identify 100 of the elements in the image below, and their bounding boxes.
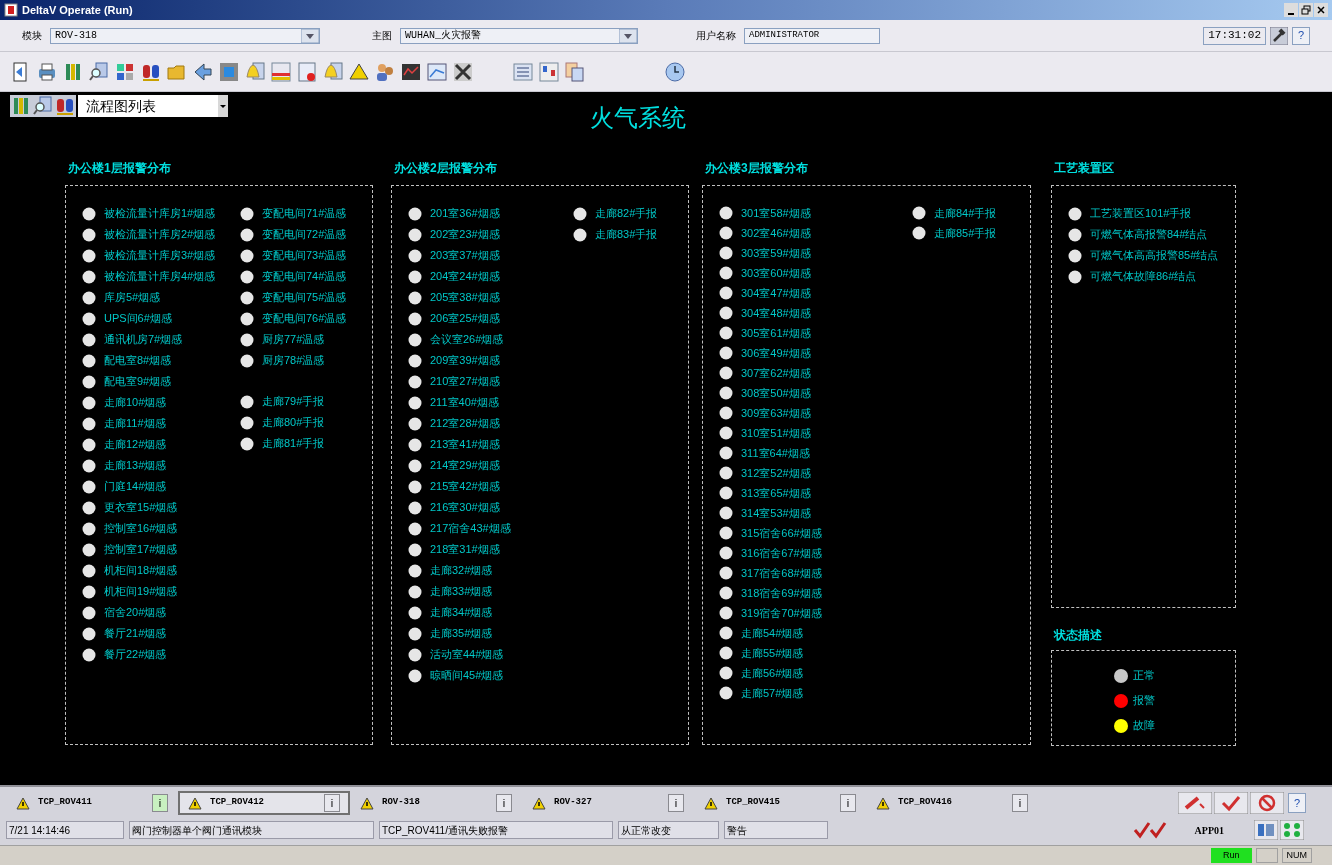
magnifier-icon[interactable] [88,60,110,83]
window-icon[interactable] [1254,820,1278,840]
prohibition-icon[interactable] [1250,792,1284,814]
checkmark-icon[interactable] [1214,792,1248,814]
list-icon[interactable] [512,60,534,83]
point-label: 202室23#烟感 [430,227,500,243]
diagram-icon[interactable] [538,60,560,83]
alarm-label: ROV-318 [382,796,420,810]
bars-icon[interactable] [10,95,32,117]
info-button[interactable]: i [668,794,684,812]
point-label: 318宿舍69#烟感 [741,585,822,601]
info-button[interactable]: i [496,794,512,812]
point-label: 走廊32#烟感 [430,563,493,579]
point-label: 312室52#烟感 [741,465,811,481]
point-label: 会议室26#烟感 [430,332,504,348]
clock-icon[interactable] [664,60,686,83]
point-label: 305室61#烟感 [741,325,811,341]
point-label: 313室65#烟感 [741,485,811,501]
point-label: 走廊56#烟感 [741,665,804,681]
point-label: 配电室8#烟感 [104,353,172,369]
point-label: 被检流量计库房3#烟感 [104,248,216,264]
bell-icon[interactable] [244,60,266,83]
point-label: 217宿舍43#烟感 [430,521,511,537]
restore-icon[interactable] [1299,3,1313,17]
point-label: 控制室16#烟感 [104,521,178,537]
point-label: 210室27#烟感 [430,374,500,390]
point-label: 门庭14#烟感 [104,479,167,495]
point-label: 被检流量计库房4#烟感 [104,269,216,285]
message-field: 阀门控制器单个阀门通讯模块 [129,821,374,839]
point-label: 走廊83#手报 [595,227,658,243]
point-label: 209室39#烟感 [430,353,500,369]
panel-title: 办公楼1层报警分布 [67,160,172,177]
point-label: 303室59#烟感 [741,245,811,261]
point-label: 206室25#烟感 [430,311,500,327]
alarm-entry[interactable]: TCP_ROV415 i [694,791,866,815]
user-field: ADMINISTRATOR [744,27,880,44]
point-label: 213室41#烟感 [430,437,500,453]
window-icon[interactable] [426,60,448,83]
point-label: 厨房77#温感 [262,332,325,348]
point-label: 走廊13#烟感 [104,458,167,474]
point-label: 212室28#烟感 [430,416,500,432]
pages-icon[interactable] [564,60,586,83]
info-button[interactable]: i [324,794,340,812]
warning-icon [360,796,374,810]
point-label: 315宿舍66#烟感 [741,525,822,541]
info-button[interactable]: i [1012,794,1028,812]
grid-icon[interactable] [1280,820,1304,840]
warning-icon [188,796,202,810]
point-label: 通讯机房7#烟感 [104,332,183,348]
point-label: 机柜间18#烟感 [104,563,178,579]
warning-icon [16,796,30,810]
info-button[interactable]: i [840,794,856,812]
alarm-entry[interactable]: TCP_ROV411 i [6,791,178,815]
point-label: 311室64#烟感 [741,445,810,461]
dropdown-field[interactable]: ROV-318 [50,27,320,44]
cylinders-icon[interactable] [54,95,76,117]
bell-icon[interactable] [322,60,344,83]
dropdown-field[interactable]: WUHAN_火灾报警 [400,27,638,44]
point-label: 餐厅22#烟感 [104,647,167,663]
message-field: 从正常改变 [618,821,719,839]
point-label: 308室50#烟感 [741,385,811,401]
square-icon[interactable] [218,60,240,83]
warning-icon [532,796,546,810]
point-label: UPS间6#烟感 [104,311,172,327]
point-label: 走廊57#烟感 [741,685,804,701]
point-label: 306室49#烟感 [741,345,811,361]
app-icon [4,3,18,17]
point-label: 216室30#烟感 [430,500,500,516]
printer-icon[interactable] [36,60,58,83]
point-label: 变配电间72#温感 [262,227,347,243]
page-icon[interactable] [296,60,318,83]
alarm-entry[interactable]: ROV-318 i [350,791,522,815]
point-label: 库房5#烟感 [104,290,161,306]
dropdown-field[interactable]: 流程图列表 [78,95,228,117]
arrow-left-icon[interactable] [192,60,214,83]
point-label: 晾晒间45#烟感 [430,668,504,684]
point-label: 配电室9#烟感 [104,374,172,390]
help-button[interactable]: ? [1288,793,1306,813]
point-label: 厨房78#温感 [262,353,325,369]
point-label: 走廊80#手报 [262,415,325,431]
info-button[interactable]: i [152,794,168,812]
help-button[interactable]: ? [1292,26,1310,45]
hammer-icon[interactable] [1270,26,1288,45]
point-label: 变配电间73#温感 [262,248,347,264]
point-label: 变配电间76#温感 [262,311,347,327]
status-indicator: Run [1211,848,1252,863]
alarm-entry[interactable]: ROV-327 i [522,791,694,815]
message-field: 警告 [724,821,828,839]
point-label: 317宿舍68#烟感 [741,565,822,581]
alarm-entry[interactable]: TCP_ROV412 i [178,791,350,815]
status-indicator: NUM [1281,848,1312,863]
checkmark-icon[interactable] [1132,820,1169,840]
alarm-entry[interactable]: TCP_ROV416 i [866,791,1038,815]
magnifier-icon[interactable] [32,95,54,117]
field-label: 用户名称 [696,29,736,43]
stripes-icon[interactable] [270,60,292,83]
point-label: 走廊79#手报 [262,394,325,410]
close-icon[interactable] [1314,3,1328,17]
minimize-icon[interactable] [1284,3,1298,17]
point-label: 316宿舍67#烟感 [741,545,822,561]
